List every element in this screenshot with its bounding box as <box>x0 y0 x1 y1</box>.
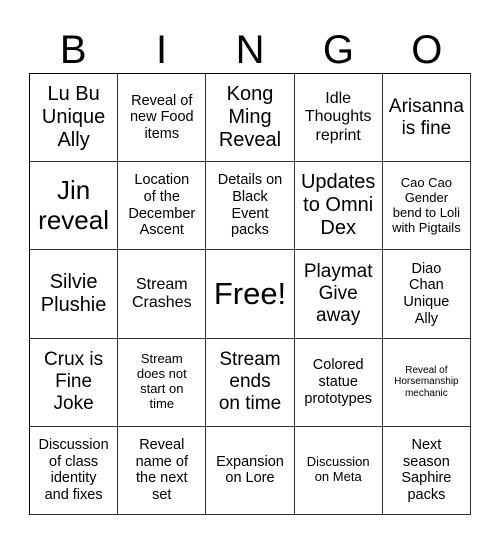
bingo-cell[interactable]: Discussion on Meta <box>294 426 383 515</box>
bingo-cell[interactable]: Diao Chan Unique Ally <box>382 250 471 339</box>
bingo-cell[interactable]: Reveal of Horsemanship mechanic <box>382 338 471 427</box>
bingo-cell[interactable]: Lu Bu Unique Ally <box>30 74 119 163</box>
header-letter-n: N <box>235 28 265 72</box>
bingo-cell[interactable]: Silvie Plushie <box>30 250 119 339</box>
bingo-cell[interactable]: Stream Crashes <box>118 250 207 339</box>
bingo-cell[interactable]: Kong Ming Reveal <box>206 74 295 163</box>
bingo-cell[interactable]: Reveal of new Food items <box>118 74 207 163</box>
bingo-cell[interactable]: Location of the December Ascent <box>118 162 207 251</box>
free-space[interactable]: Free! <box>206 250 295 339</box>
bingo-cell[interactable]: Expansion on Lore <box>206 426 295 515</box>
bingo-header: B I N G O <box>29 26 471 74</box>
header-letter-o: O <box>411 28 443 72</box>
bingo-cell[interactable]: Colored statue prototypes <box>294 338 383 427</box>
bingo-cell[interactable]: Reveal name of the next set <box>118 426 207 515</box>
bingo-cell[interactable]: Cao Cao Gender bend to Loli with Pigtail… <box>382 162 471 251</box>
bingo-cell[interactable]: Playmat Give away <box>294 250 383 339</box>
bingo-cell[interactable]: Updates to Omni Dex <box>294 162 383 251</box>
bingo-cell[interactable]: Crux is Fine Joke <box>30 338 119 427</box>
bingo-cell[interactable]: Jin reveal <box>30 162 119 251</box>
bingo-cell[interactable]: Idle Thoughts reprint <box>294 74 383 163</box>
bingo-cell[interactable]: Next season Saphire packs <box>382 426 471 515</box>
bingo-cell[interactable]: Discussion of class identity and fixes <box>30 426 119 515</box>
bingo-cell[interactable]: Arisanna is fine <box>382 74 471 163</box>
bingo-cell[interactable]: Stream does not start on time <box>118 338 207 427</box>
bingo-grid: Lu Bu Unique Ally Reveal of new Food ite… <box>29 73 471 515</box>
header-letter-g: G <box>322 28 354 72</box>
header-letter-i: I <box>156 28 168 72</box>
bingo-cell[interactable]: Details on Black Event packs <box>206 162 295 251</box>
header-letter-b: B <box>59 28 87 72</box>
bingo-cell[interactable]: Stream ends on time <box>206 338 295 427</box>
